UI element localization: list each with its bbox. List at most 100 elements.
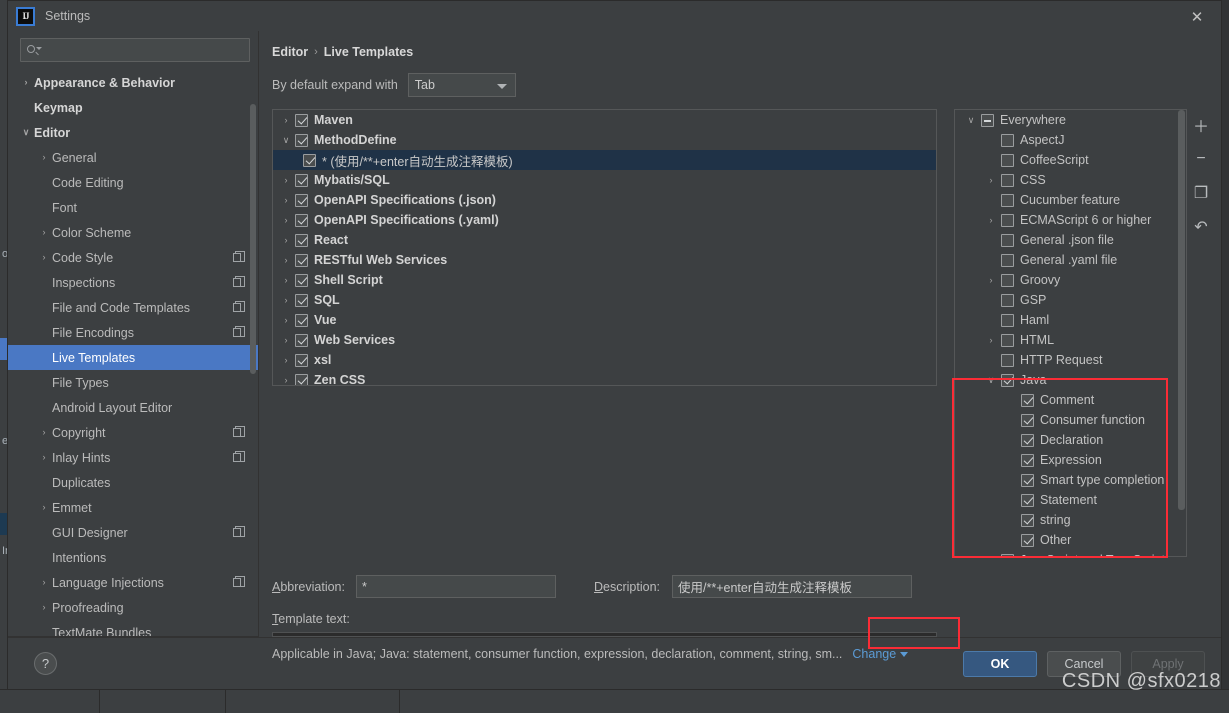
sidebar-item-font[interactable]: Font xyxy=(8,195,258,220)
context-checkbox[interactable] xyxy=(1001,193,1014,207)
context-checkbox[interactable] xyxy=(1001,313,1014,327)
description-input[interactable]: 使用/**+enter自动生成注释模板 xyxy=(672,575,912,598)
template-checkbox[interactable] xyxy=(295,293,308,307)
context-tree-row[interactable]: HTTP Request xyxy=(955,350,1186,370)
context-tree[interactable]: ∨ Everywhere AspectJ CoffeeScript › CSS Cucumb… xyxy=(954,109,1187,557)
search-input[interactable] xyxy=(20,38,250,62)
template-checkbox[interactable] xyxy=(295,353,308,367)
sidebar-item-copyright[interactable]: › Copyright xyxy=(8,420,258,445)
context-checkbox[interactable] xyxy=(1001,273,1014,287)
template-checkbox[interactable] xyxy=(295,113,308,127)
context-checkbox[interactable] xyxy=(1021,453,1034,467)
context-checkbox[interactable] xyxy=(1001,253,1014,267)
template-group-row[interactable]: ∨ MethodDefine xyxy=(273,130,936,150)
context-tree-row[interactable]: › HTML xyxy=(955,330,1186,350)
close-icon[interactable]: ✕ xyxy=(1179,5,1215,29)
template-checkbox[interactable] xyxy=(295,193,308,207)
live-templates-list[interactable]: › Maven ∨ MethodDefine * (使用/**+enter自动生成注释模… xyxy=(272,109,937,386)
context-tree-row[interactable]: › CSS xyxy=(955,170,1186,190)
sidebar-item-editor[interactable]: ∨ Editor xyxy=(8,120,258,145)
template-group-row[interactable]: › Maven xyxy=(273,110,936,130)
context-checkbox[interactable] xyxy=(1001,133,1014,147)
context-tree-row[interactable]: Comment xyxy=(955,390,1186,410)
sidebar-item-file-and-code-templates[interactable]: File and Code Templates xyxy=(8,295,258,320)
template-checkbox[interactable] xyxy=(295,273,308,287)
context-tree-row[interactable]: Consumer function xyxy=(955,410,1186,430)
context-tree-row[interactable]: General .json file xyxy=(955,230,1186,250)
template-checkbox[interactable] xyxy=(295,333,308,347)
context-tree-row[interactable]: AspectJ xyxy=(955,130,1186,150)
context-checkbox[interactable] xyxy=(1021,393,1034,407)
context-checkbox[interactable] xyxy=(1001,213,1014,227)
context-tree-row[interactable]: Expression xyxy=(955,450,1186,470)
sidebar-item-live-templates[interactable]: Live Templates xyxy=(8,345,258,370)
context-checkbox[interactable] xyxy=(1021,493,1034,507)
template-group-row[interactable]: › RESTful Web Services xyxy=(273,250,936,270)
context-checkbox[interactable] xyxy=(1021,533,1034,547)
help-button[interactable]: ? xyxy=(34,652,57,675)
context-tree-row[interactable]: General .yaml file xyxy=(955,250,1186,270)
context-tree-row[interactable]: Haml xyxy=(955,310,1186,330)
context-checkbox[interactable] xyxy=(1021,513,1034,527)
template-checkbox[interactable] xyxy=(295,373,308,385)
template-checkbox[interactable] xyxy=(295,233,308,247)
template-group-row[interactable]: › Web Services xyxy=(273,330,936,350)
template-group-row[interactable]: › React xyxy=(273,230,936,250)
plus-icon[interactable]: ＋ xyxy=(1191,115,1211,136)
ide-tab-3[interactable] xyxy=(226,689,400,713)
expand-with-dropdown[interactable]: Tab xyxy=(407,73,516,97)
context-checkbox[interactable] xyxy=(1021,433,1034,447)
context-checkbox[interactable] xyxy=(1001,373,1014,387)
template-group-row[interactable]: › Mybatis/SQL xyxy=(273,170,936,190)
template-group-row[interactable]: › OpenAPI Specifications (.yaml) xyxy=(273,210,936,230)
ide-tab-1[interactable] xyxy=(0,689,100,713)
context-tree-row[interactable]: › ECMAScript 6 or higher xyxy=(955,210,1186,230)
context-tree-row[interactable]: CoffeeScript xyxy=(955,150,1186,170)
sidebar-item-inlay-hints[interactable]: › Inlay Hints xyxy=(8,445,258,470)
context-checkbox[interactable] xyxy=(1021,473,1034,487)
sidebar-item-code-style[interactable]: › Code Style xyxy=(8,245,258,270)
template-checkbox[interactable] xyxy=(295,253,308,267)
ide-tab-2[interactable] xyxy=(100,689,226,713)
context-checkbox[interactable] xyxy=(981,113,994,127)
context-checkbox[interactable] xyxy=(1021,413,1034,427)
sidebar-item-language-injections[interactable]: › Language Injections xyxy=(8,570,258,595)
template-group-row[interactable]: › OpenAPI Specifications (.json) xyxy=(273,190,936,210)
template-group-row[interactable]: › xsl xyxy=(273,350,936,370)
sidebar-item-general[interactable]: › General xyxy=(8,145,258,170)
context-tree-row[interactable]: Declaration xyxy=(955,430,1186,450)
context-tree-row[interactable]: GSP xyxy=(955,290,1186,310)
sidebar-item-inspections[interactable]: Inspections xyxy=(8,270,258,295)
sidebar-item-file-types[interactable]: File Types xyxy=(8,370,258,395)
sidebar-item-appearance-behavior[interactable]: › Appearance & Behavior xyxy=(8,70,258,95)
minus-icon[interactable]: − xyxy=(1191,149,1211,169)
breadcrumb-root[interactable]: Editor xyxy=(272,45,308,59)
sidebar-item-keymap[interactable]: Keymap xyxy=(8,95,258,120)
template-checkbox[interactable] xyxy=(295,313,308,327)
sidebar-item-color-scheme[interactable]: › Color Scheme xyxy=(8,220,258,245)
template-group-row[interactable]: › Shell Script xyxy=(273,270,936,290)
context-checkbox[interactable] xyxy=(1001,233,1014,247)
context-tree-row[interactable]: ∨ Java xyxy=(955,370,1186,390)
sidebar-item-file-encodings[interactable]: File Encodings xyxy=(8,320,258,345)
sidebar-item-android-layout-editor[interactable]: Android Layout Editor xyxy=(8,395,258,420)
sidebar-item-intentions[interactable]: Intentions xyxy=(8,545,258,570)
sidebar-item-duplicates[interactable]: Duplicates xyxy=(8,470,258,495)
template-group-row[interactable]: * (使用/**+enter自动生成注释模板) xyxy=(273,150,936,170)
context-tree-row[interactable]: › JavaScript and TypeScript xyxy=(955,550,1186,556)
sidebar-item-gui-designer[interactable]: GUI Designer xyxy=(8,520,258,545)
sidebar-item-proofreading[interactable]: › Proofreading xyxy=(8,595,258,620)
context-tree-scrollbar[interactable] xyxy=(1178,110,1185,510)
sidebar-item-code-editing[interactable]: Code Editing xyxy=(8,170,258,195)
context-tree-row[interactable]: › Groovy xyxy=(955,270,1186,290)
sidebar-tree[interactable]: › Appearance & Behavior Keymap ∨ Editor › Gene… xyxy=(8,68,258,637)
template-group-row[interactable]: › Zen CSS xyxy=(273,370,936,385)
context-checkbox[interactable] xyxy=(1001,173,1014,187)
sidebar-item-emmet[interactable]: › Emmet xyxy=(8,495,258,520)
sidebar-item-textmate-bundles[interactable]: TextMate Bundles xyxy=(8,620,258,638)
context-checkbox[interactable] xyxy=(1001,553,1014,556)
context-checkbox[interactable] xyxy=(1001,153,1014,167)
template-group-row[interactable]: › SQL xyxy=(273,290,936,310)
copy-icon[interactable]: ❐ xyxy=(1191,183,1211,203)
abbreviation-input[interactable]: * xyxy=(356,575,556,598)
